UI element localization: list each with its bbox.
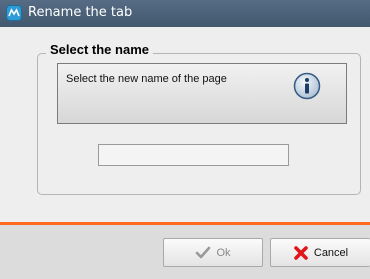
red-x-icon — [293, 245, 309, 261]
dialog-footer: Ok Cancel — [0, 225, 370, 279]
ok-label: Ok — [216, 246, 231, 259]
title-bar[interactable]: Rename the tab — [0, 0, 370, 27]
cancel-button[interactable]: Cancel — [270, 238, 370, 267]
info-icon — [293, 72, 321, 100]
group-legend: Select the name — [46, 42, 153, 57]
ok-button[interactable]: Ok — [163, 238, 263, 267]
tab-name-input[interactable] — [98, 144, 289, 166]
app-icon — [6, 5, 22, 21]
window-title: Rename the tab — [28, 5, 133, 20]
info-message: Select the new name of the page — [66, 73, 227, 85]
info-panel: Select the new name of the page — [57, 63, 347, 124]
checkmark-icon — [195, 246, 211, 260]
dialog-body: Select the name Select the new name of t… — [0, 27, 370, 222]
cancel-label: Cancel — [313, 246, 349, 259]
